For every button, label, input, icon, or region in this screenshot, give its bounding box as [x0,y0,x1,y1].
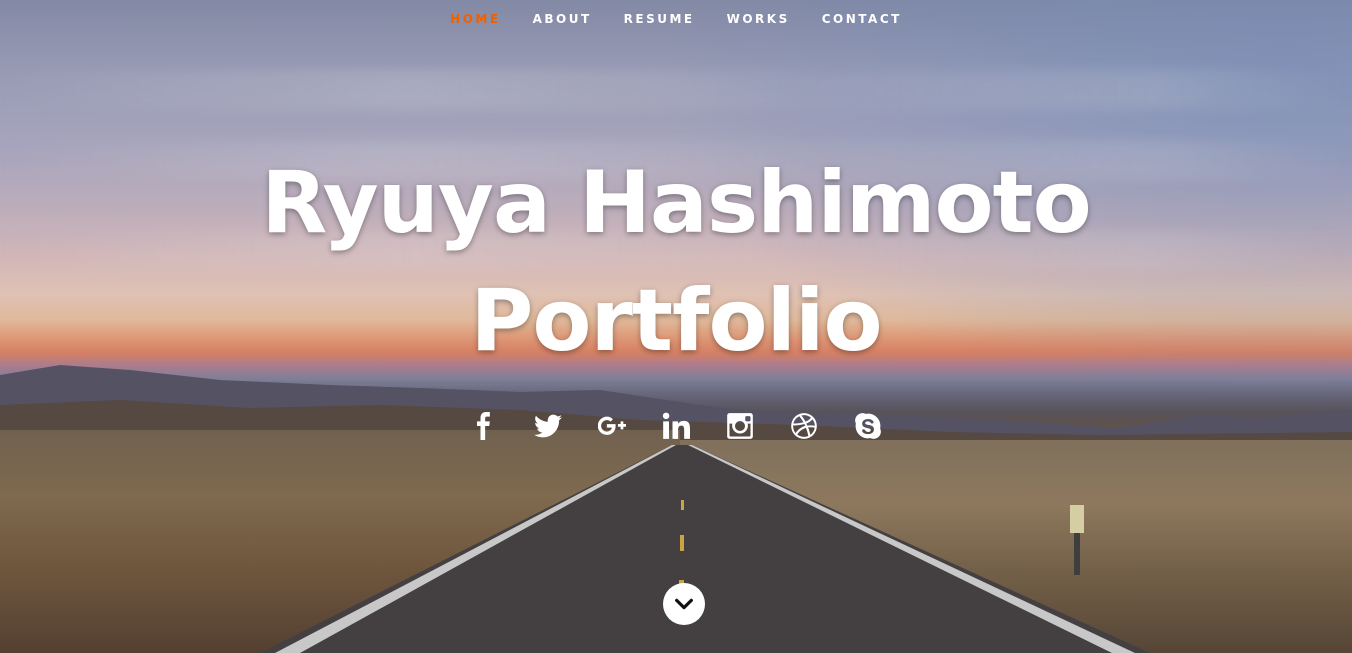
nav-works[interactable]: WORKS [727,12,790,26]
hero-title-line2: Portfolio [470,271,882,371]
facebook-icon[interactable] [468,410,500,442]
linkedin-icon[interactable] [660,410,692,442]
dribbble-icon[interactable] [788,410,820,442]
instagram-icon[interactable] [724,410,756,442]
nav-home[interactable]: HOME [450,12,500,26]
scroll-down-button[interactable] [663,583,705,625]
main-nav: HOME ABOUT RESUME WORKS CONTACT [0,0,1352,40]
nav-contact[interactable]: CONTACT [822,12,902,26]
twitter-icon[interactable] [532,410,564,442]
chevron-down-icon [675,598,693,610]
social-links [0,410,1352,442]
hero-title-line1: Ryuya Hashimoto [261,153,1091,253]
nav-resume[interactable]: RESUME [624,12,695,26]
google-plus-icon[interactable] [596,410,628,442]
nav-about[interactable]: ABOUT [533,12,592,26]
skype-icon[interactable] [852,410,884,442]
